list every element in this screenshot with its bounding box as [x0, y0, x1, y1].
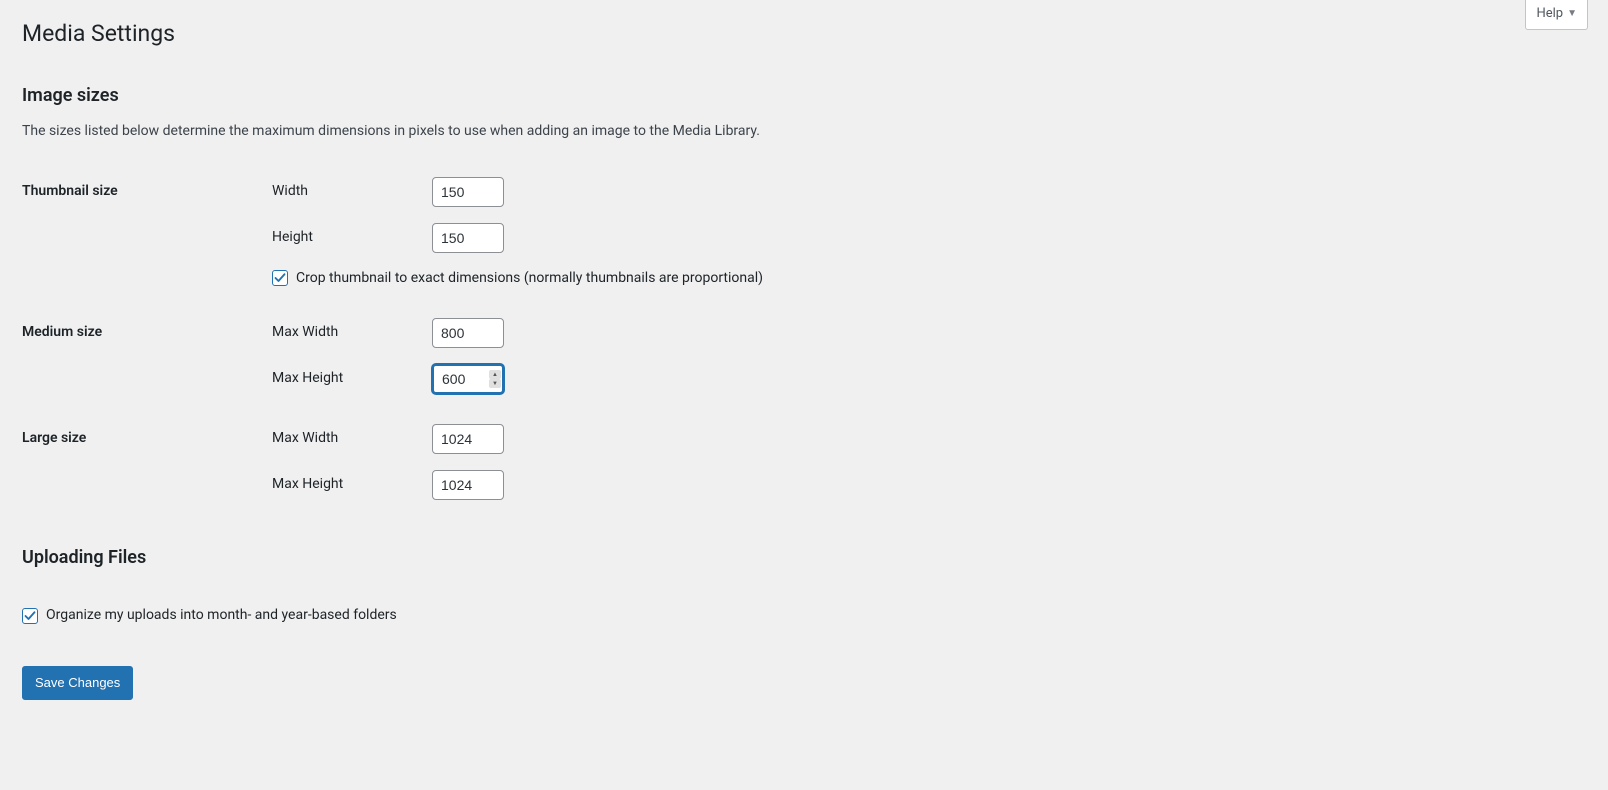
large-size-label: Large size: [22, 409, 262, 515]
thumbnail-width-label: Width: [272, 182, 432, 202]
spinner-up-button[interactable]: ▲: [489, 370, 501, 379]
thumbnail-height-label: Height: [272, 228, 432, 248]
large-max-height-label: Max Height: [272, 475, 432, 495]
save-changes-button[interactable]: Save Changes: [22, 666, 133, 700]
organize-uploads-label[interactable]: Organize my uploads into month- and year…: [46, 606, 397, 626]
crop-thumbnail-label[interactable]: Crop thumbnail to exact dimensions (norm…: [296, 269, 763, 289]
thumbnail-height-input[interactable]: [432, 223, 504, 253]
check-icon: [274, 272, 286, 284]
thumbnail-width-input[interactable]: [432, 177, 504, 207]
large-max-width-input[interactable]: [432, 424, 504, 454]
image-sizes-heading: Image sizes: [22, 83, 1588, 108]
medium-max-width-input[interactable]: [432, 318, 504, 348]
medium-max-height-label: Max Height: [272, 369, 432, 389]
spinner-down-button[interactable]: ▼: [489, 379, 501, 388]
uploading-files-heading: Uploading Files: [22, 545, 1588, 570]
chevron-down-icon: ▼: [1567, 7, 1577, 21]
medium-max-width-label: Max Width: [272, 323, 432, 343]
thumbnail-size-label: Thumbnail size: [22, 162, 262, 304]
help-tab[interactable]: Help ▼: [1525, 0, 1588, 30]
medium-size-label: Medium size: [22, 303, 262, 409]
help-label: Help: [1536, 5, 1563, 23]
large-max-height-input[interactable]: [432, 470, 504, 500]
check-icon: [24, 610, 36, 622]
image-sizes-description: The sizes listed below determine the max…: [22, 122, 1588, 142]
page-title: Media Settings: [22, 10, 1588, 53]
crop-thumbnail-checkbox[interactable]: [272, 270, 288, 286]
large-max-width-label: Max Width: [272, 429, 432, 449]
organize-uploads-checkbox[interactable]: [22, 608, 38, 624]
